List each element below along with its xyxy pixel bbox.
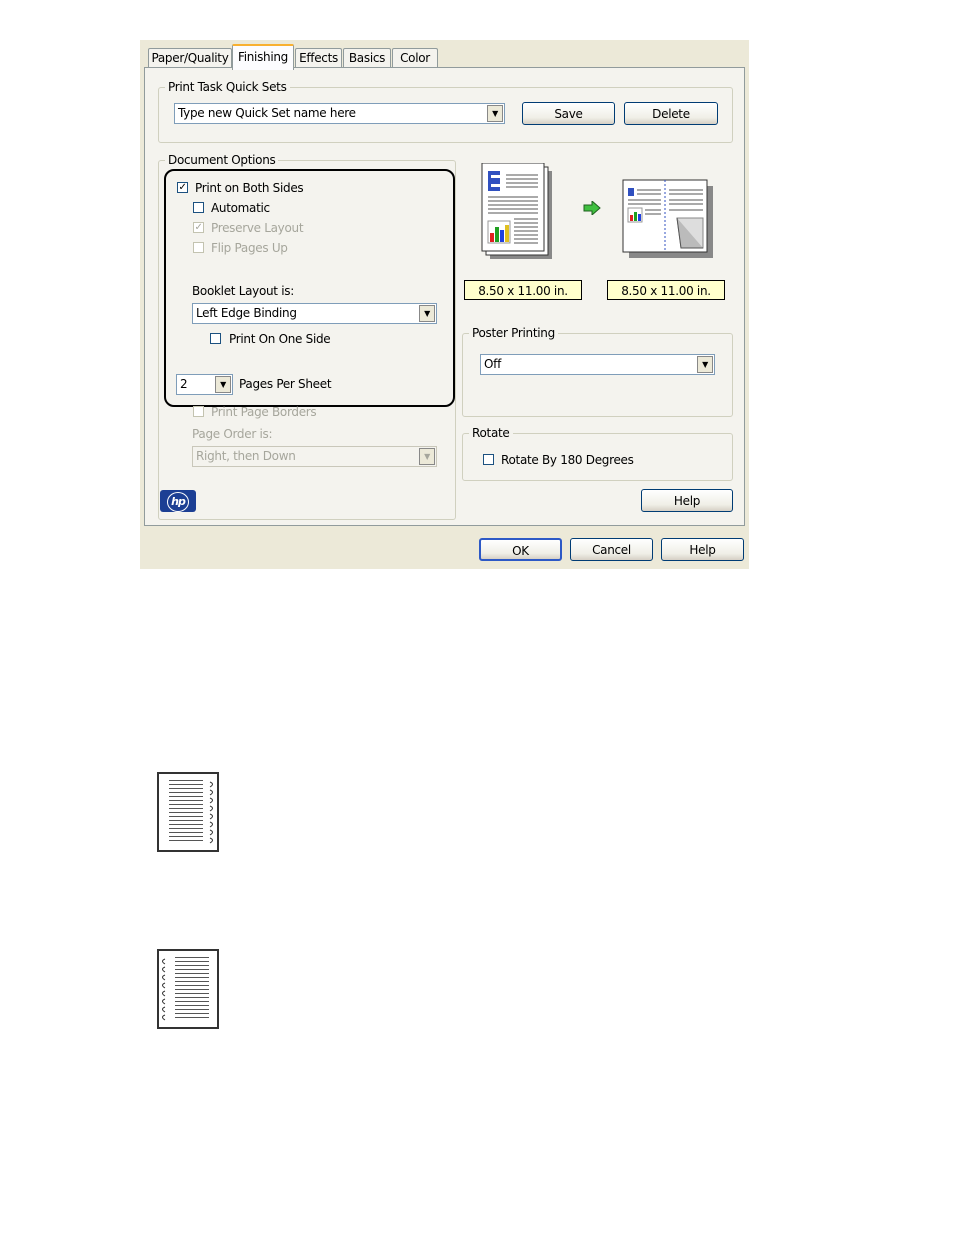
spiral-binding-icon [162, 958, 166, 1021]
tab-finishing[interactable]: Finishing [232, 44, 294, 70]
arrow-right-icon [583, 199, 601, 218]
dropdown-arrow-icon[interactable]: ▼ [487, 105, 503, 122]
hp-logo: hp [160, 490, 196, 512]
dropdown-arrow-icon[interactable]: ▼ [215, 376, 231, 393]
page-order-label: Page Order is: [192, 427, 273, 441]
automatic-label: Automatic [211, 201, 270, 215]
page-order-value: Right, then Down [196, 449, 296, 463]
print-page-borders-checkbox[interactable] [193, 406, 204, 417]
document-options-label: Document Options [165, 152, 279, 168]
quick-sets-label: Print Task Quick Sets [165, 79, 290, 95]
rotate-label: Rotate [469, 425, 513, 441]
delete-button-label: Delete [652, 107, 690, 121]
tab-label: Basics [348, 51, 386, 65]
page-order-combo[interactable]: Right, then Down ▼ [192, 446, 437, 467]
help-button-label: Help [689, 543, 716, 557]
flip-pages-up-checkbox[interactable] [193, 242, 204, 253]
tab-basics[interactable]: Basics [343, 48, 391, 68]
save-button-label: Save [554, 107, 583, 121]
text-lines-icon [169, 780, 203, 842]
pages-per-sheet-value: 2 [180, 377, 188, 391]
poster-printing-label: Poster Printing [469, 325, 558, 341]
help-button[interactable]: Help [661, 538, 744, 561]
booklet-layout-value: Left Edge Binding [196, 306, 297, 320]
preserve-layout-checkbox[interactable]: ✓ [193, 222, 204, 233]
poster-printing-combo[interactable]: Off ▼ [480, 354, 715, 375]
tab-label: Paper/Quality [151, 51, 229, 65]
rotate-group: Rotate Rotate By 180 Degrees [462, 425, 733, 481]
output-size-label: 8.50 x 11.00 in. [607, 280, 725, 300]
tab-panel: Print Task Quick Sets Type new Quick Set… [144, 67, 745, 526]
poster-printing-value: Off [484, 357, 501, 371]
cancel-button-label: Cancel [592, 543, 631, 557]
booklet-preview-icon [619, 178, 715, 260]
rotate-180-checkbox[interactable] [483, 454, 494, 465]
tab-paper-quality[interactable]: Paper/Quality [148, 48, 232, 68]
dropdown-arrow-icon[interactable]: ▼ [419, 305, 435, 322]
cancel-button[interactable]: Cancel [570, 538, 653, 561]
printer-properties-dialog: Paper/Quality Finishing Effects Basics C… [140, 40, 749, 569]
print-one-side-label: Print On One Side [229, 332, 331, 346]
help-button-label: Help [673, 494, 701, 508]
left-edge-binding-icon [157, 949, 219, 1029]
quick-set-name-combo[interactable]: Type new Quick Set name here ▼ [174, 103, 505, 124]
ok-button[interactable]: OK [479, 538, 562, 561]
automatic-checkbox[interactable] [193, 202, 204, 213]
flip-pages-up-label: Flip Pages Up [211, 241, 288, 255]
save-button[interactable]: Save [522, 102, 615, 125]
booklet-layout-combo[interactable]: Left Edge Binding ▼ [192, 303, 437, 324]
original-page-preview-icon [480, 162, 558, 267]
spiral-binding-icon [209, 781, 213, 844]
preserve-layout-label: Preserve Layout [211, 221, 304, 235]
tab-label: Finishing [237, 50, 289, 64]
hp-logo-text: hp [167, 492, 189, 512]
pages-per-sheet-combo[interactable]: 2 ▼ [176, 374, 233, 395]
quick-sets-group: Print Task Quick Sets Type new Quick Set… [158, 79, 733, 143]
print-both-sides-label: Print on Both Sides [195, 181, 304, 195]
dropdown-arrow-icon[interactable]: ▼ [419, 448, 435, 465]
rotate-180-label: Rotate By 180 Degrees [501, 453, 634, 467]
dropdown-arrow-icon[interactable]: ▼ [697, 356, 713, 373]
tab-color[interactable]: Color [392, 48, 438, 68]
print-one-side-checkbox[interactable] [210, 333, 221, 344]
booklet-layout-label: Booklet Layout is: [192, 284, 294, 298]
print-page-borders-label: Print Page Borders [211, 405, 317, 419]
tab-label: Color [400, 51, 430, 65]
text-lines-icon [175, 957, 209, 1019]
quick-set-name-value: Type new Quick Set name here [178, 106, 356, 120]
tab-label: Effects [299, 51, 338, 65]
help-button-panel[interactable]: Help [641, 489, 733, 512]
original-size-label: 8.50 x 11.00 in. [464, 280, 582, 300]
print-both-sides-checkbox[interactable]: ✓ [177, 182, 188, 193]
ok-button-label: OK [512, 544, 529, 558]
tab-effects[interactable]: Effects [295, 48, 342, 68]
delete-button[interactable]: Delete [624, 102, 718, 125]
poster-printing-group: Poster Printing Off ▼ [462, 325, 733, 417]
pages-per-sheet-label: Pages Per Sheet [239, 377, 332, 391]
right-edge-binding-icon [157, 772, 219, 852]
